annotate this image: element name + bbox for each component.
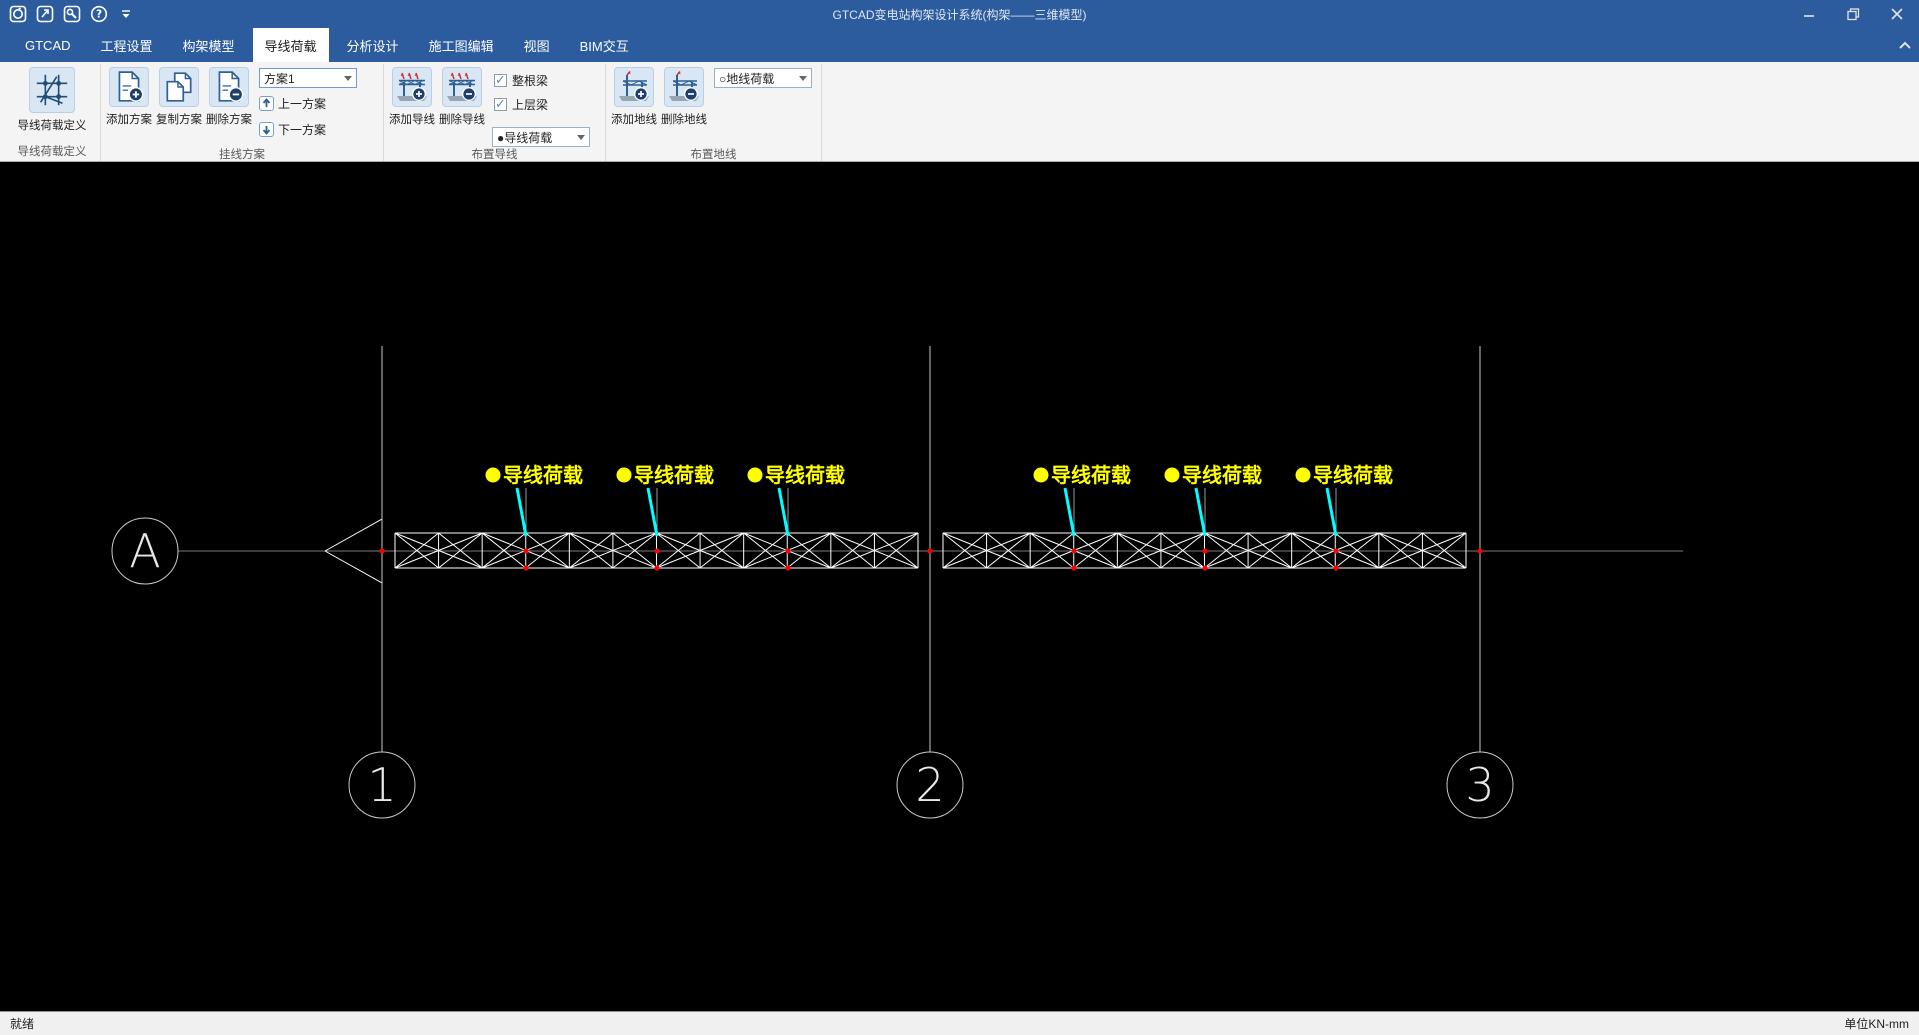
load-label: 导线荷载 [503,463,583,487]
tab-project-settings[interactable]: 工程设置 [89,28,165,62]
add-scheme-button[interactable]: 添加方案 [105,65,153,127]
scheme-select[interactable]: 方案1 [259,68,357,88]
tab-conductor-load[interactable]: 导线荷载 [253,28,329,62]
ribbon: 导线荷载定义 导线荷载定义 添加方案 复制方案 [0,62,1919,162]
title-bar: ? GTCAD变电站构架设计系统(构架——三维模型) [0,0,1919,28]
add-ground-wire-button[interactable]: 添加地线 [610,65,658,127]
load-label: 导线荷载 [1051,463,1131,487]
status-ready: 就绪 [10,1015,34,1032]
ground-wire-add-icon [614,67,654,107]
conductor-options-column: 整根梁 上层梁 ●导线荷载 [492,65,590,147]
conductor-load-marker[interactable]: 导线荷载 [1034,463,1132,571]
group-place-ground-wire: 添加地线 删除地线 ○地线荷载 布置地线 [606,64,822,161]
previous-scheme-button[interactable]: 上一方案 [259,92,357,114]
axis-row-A: A [112,518,178,584]
group-conductor-load-define: 导线荷载定义 导线荷载定义 [4,64,101,161]
delete-ground-wire-button[interactable]: 删除地线 [660,65,708,127]
status-units: 单位KN-mm [1844,1015,1909,1032]
arrow-down-icon [259,122,274,137]
quick-access-toolbar: ? [0,4,136,24]
group-title: 挂线方案 [105,147,379,163]
svg-text:3: 3 [1465,758,1494,812]
load-bullet-icon [1034,468,1049,483]
conductor-load-define-icon [29,67,75,113]
checkbox-icon [494,98,507,111]
ground-wire-load-select[interactable]: ○地线荷载 [714,68,812,88]
gantry-add-icon [392,67,432,107]
save-icon[interactable] [8,4,28,24]
chevron-down-icon [799,76,807,81]
whole-beam-checkbox[interactable]: 整根梁 [494,70,590,90]
tab-construction-drawing[interactable]: 施工图编辑 [417,28,506,62]
load-bullet-icon [748,468,763,483]
scheme-nav-column: 方案1 上一方案 下一方案 [259,65,357,147]
tab-view[interactable]: 视图 [512,28,562,62]
conductor-load-marker[interactable]: 导线荷载 [1165,463,1263,571]
svg-text:?: ? [96,9,102,21]
window-title: GTCAD变电站构架设计系统(构架——三维模型) [0,6,1919,23]
svg-text:1: 1 [367,758,396,812]
load-bullet-icon [486,468,501,483]
tab-bim[interactable]: BIM交互 [568,28,641,62]
drawing-area: A 1 2 3 导线荷载 导线荷载 导线荷载 导线荷载 导线荷载 导线荷载 [0,162,1919,1011]
qat-menu-icon[interactable] [116,4,136,24]
axis-column-2: 2 [897,346,963,818]
document-add-icon [109,67,149,107]
conductor-load-select[interactable]: ●导线荷载 [492,127,590,147]
upper-beam-checkbox[interactable]: 上层梁 [494,94,590,114]
gantry-remove-icon [442,67,482,107]
cad-canvas[interactable]: A 1 2 3 导线荷载 导线荷载 导线荷载 导线荷载 导线荷载 导线荷载 [0,162,1919,1011]
document-remove-icon [209,67,249,107]
load-label: 导线荷载 [634,463,714,487]
minimize-icon[interactable] [1787,0,1831,28]
close-icon[interactable] [1875,0,1919,28]
axis-column-3: 3 [1447,346,1513,818]
copy-scheme-button[interactable]: 复制方案 [155,65,203,127]
load-bullet-icon [1296,468,1311,483]
tab-analysis-design[interactable]: 分析设计 [335,28,411,62]
restore-icon[interactable] [1831,0,1875,28]
chevron-down-icon [344,76,352,81]
delete-conductor-button[interactable]: 删除导线 [438,65,486,127]
ground-wire-remove-icon [664,67,704,107]
window-controls [1787,0,1919,28]
load-bullet-icon [617,468,632,483]
conductor-load-marker[interactable]: 导线荷载 [617,463,715,571]
settings-icon[interactable] [62,4,82,24]
ribbon-spacer [822,64,1919,161]
export-icon[interactable] [35,4,55,24]
svg-text:A: A [129,524,160,578]
status-bar: 就绪 单位KN-mm [0,1011,1919,1035]
checkbox-icon [494,74,507,87]
group-title: 导线荷载定义 [8,144,96,161]
arrow-up-icon [259,96,274,111]
conductor-load-marker[interactable]: 导线荷载 [486,463,584,571]
svg-text:2: 2 [915,758,944,812]
group-title: 布置地线 [610,147,817,163]
axis-column-1: 1 [349,346,415,818]
group-scheme: 添加方案 复制方案 删除方案 方案1 [101,64,384,161]
help-icon[interactable]: ? [89,4,109,24]
delete-scheme-button[interactable]: 删除方案 [205,65,253,127]
group-place-conductor: 添加导线 删除导线 整根梁 上层梁 ●导线荷载 [384,64,606,161]
tab-gtcad[interactable]: GTCAD [13,28,83,62]
collapse-ribbon-icon[interactable] [1899,28,1911,62]
next-scheme-button[interactable]: 下一方案 [259,118,357,140]
ribbon-tabs: GTCAD 工程设置 构架模型 导线荷载 分析设计 施工图编辑 视图 BIM交互 [0,28,1919,62]
define-conductor-load-button[interactable]: 导线荷载定义 [9,65,95,133]
load-label: 导线荷载 [1182,463,1262,487]
document-copy-icon [159,67,199,107]
tab-frame-model[interactable]: 构架模型 [171,28,247,62]
chevron-down-icon [577,135,585,140]
load-bullet-icon [1165,468,1180,483]
group-title: 布置导线 [388,147,601,163]
load-label: 导线荷载 [1313,463,1393,487]
add-conductor-button[interactable]: 添加导线 [388,65,436,127]
load-label: 导线荷载 [765,463,845,487]
